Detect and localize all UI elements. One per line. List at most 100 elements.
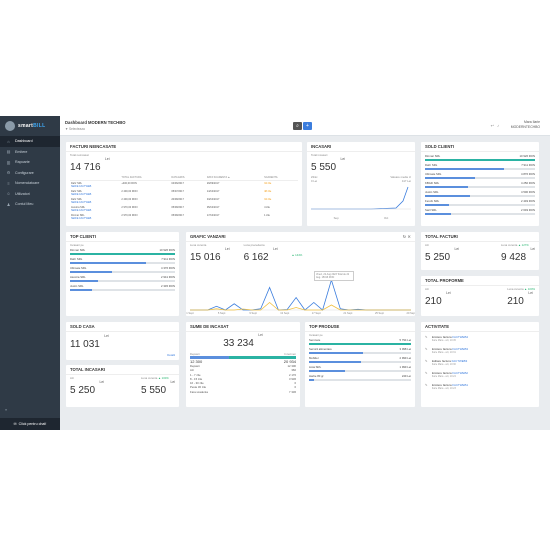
item-value: 4 500 RON <box>521 190 535 194</box>
invoice-link[interactable]: SERIE FACTWEB <box>71 217 119 220</box>
collapse-icon[interactable]: « <box>5 407 7 412</box>
sume-currency: Lei <box>258 333 263 337</box>
grafic-change: ▲ 144% <box>291 253 303 257</box>
list-item[interactable]: Lista SRL 1 999 Lei <box>305 365 415 372</box>
item-value: 2 999 Lei <box>399 356 411 360</box>
tf-v1: 5 250 <box>425 252 451 263</box>
avatar[interactable] <box>5 121 15 131</box>
list-item[interactable]: Ultimate SRL 4 376 RON <box>66 266 179 273</box>
ti-change: ▲ 100% <box>158 376 169 380</box>
list-item[interactable]: Justin SRL 4 500 RON <box>421 190 539 197</box>
activity-item[interactable]: ✎ Emitere factura FACTWEB1 Ilarie Mara - a… <box>421 383 539 395</box>
list-item[interactable]: Servicii alimentare 3 098 Lei <box>305 347 415 354</box>
sold-clienti-title: SOLD CLIENTI <box>421 142 539 152</box>
item-name: Ascotra SRL <box>70 275 86 279</box>
table-row[interactable]: Dahr SRL SERIE FACTWEB 2 400,00 RON 05/07/2… <box>70 189 298 197</box>
progress-fill <box>309 370 345 372</box>
activity-item[interactable]: ✎ Emitere factura FACTWEB2 Ilarie Mara - a… <box>421 371 539 383</box>
sidebar-item-utilizatori[interactable]: ☺ Utilizatori <box>0 189 60 200</box>
progress-fill <box>70 253 175 255</box>
list-item[interactable]: Justin SRL 2 345 RON <box>66 284 179 291</box>
bell-icon[interactable]: ♪ <box>497 123 502 128</box>
chat-label: Click pentru chat! <box>18 422 47 426</box>
list-item[interactable]: Dinmar SRL 10 926 RON <box>66 248 179 255</box>
progress-bar <box>425 204 535 206</box>
list-item[interactable]: Mobilier 2 999 Lei <box>305 356 415 363</box>
table-row[interactable]: Dahr SRL SERIE FACTWEB +400,00 RON 04/06/20… <box>70 181 298 190</box>
list-item-row: Justin SRL 4 500 RON <box>425 190 535 194</box>
topbar: Dashboard MODERN TECHBO ▼ Selecteaza ⌕ +… <box>60 116 550 136</box>
list-item-row: Ultimate SRL 4 376 RON <box>70 266 175 270</box>
activitate-title: ACTIVITATE <box>421 322 539 332</box>
list-item[interactable]: Dahr SRL 7 911 RON <box>421 163 539 170</box>
sume-l2: In termen <box>284 352 296 356</box>
chat-icon: ✉ <box>13 422 17 426</box>
close-icon[interactable]: ✕ <box>407 234 411 239</box>
top-produse-title: TOP PRODUSE <box>305 322 415 332</box>
invoice-link[interactable]: SERIE FACTWEB <box>71 193 119 196</box>
sold-casa-link[interactable]: Detalii <box>167 353 175 357</box>
activity-item[interactable]: ✎ Emitere factura FACTWEB4 Ilarie Mara - a… <box>421 335 539 347</box>
list-item-row: Ferobi SRL 2 449 RON <box>425 199 535 203</box>
list-item[interactable]: Ferobi SRL 2 449 RON <box>421 199 539 206</box>
table-cell: Dahr SRL SERIE FACTWEB <box>70 197 120 205</box>
search-button[interactable]: ⌕ <box>293 122 302 130</box>
list-item[interactable]: Dinmar SRL 10 926 RON <box>421 154 539 161</box>
grafic-tools[interactable]: ↻ ✕ <box>403 234 411 239</box>
incasari-value: 5 550 <box>311 162 337 173</box>
list-item-row: Ultimate SRL 4 876 RON <box>425 172 535 176</box>
pencil-icon: ✎ <box>425 371 428 375</box>
list-item[interactable]: KBGD SRL 4 250 RON <box>421 181 539 188</box>
company-select[interactable]: ▼ Selecteaza <box>65 127 85 131</box>
sidebar-item-label: Configurare <box>15 170 34 175</box>
table-row[interactable]: Dinmar SRL SERIE FACTWEB 2 970,00 RON 05/08… <box>70 213 298 221</box>
invoice-link[interactable]: SERIE FACTWEB <box>71 201 119 204</box>
list-item[interactable]: Dahr SRL 7 911 RON <box>66 257 179 264</box>
x-tick-label: 21 Sept <box>343 311 352 315</box>
progress-bar <box>309 370 411 372</box>
sidebar-item-configurare[interactable]: ⚙ Configurare <box>0 168 60 179</box>
activity-item[interactable]: ✎ Emitere factura FACTWEB3 Ilarie Mara - a… <box>421 347 539 359</box>
table-cell: 04/10/2017 <box>206 198 220 201</box>
search-icon: ⌕ <box>296 123 299 129</box>
sidebar-item-emitere[interactable]: ▤ Emitere <box>0 147 60 158</box>
table-row[interactable]: Dahr SRL SERIE FACTWEB 2 400,00 RON 20/08/2… <box>70 197 298 205</box>
activitate-card: ACTIVITATE ✎ Emitere factura FACTWEB4 Ilar… <box>421 322 539 407</box>
list-item[interactable]: Semnare 5 794 Lei <box>305 338 415 345</box>
table-row[interactable]: Ascotra SRL SERIE FACTWEB 2 970,00 RON 05/0… <box>70 205 298 213</box>
list-item-row: Ascotra SRL 2 941 RON <box>70 275 175 279</box>
refresh-icon[interactable]: ↻ <box>403 234 407 239</box>
user-info[interactable]: Mara Ilarie MODERNTECHBO <box>511 120 540 130</box>
grafic-v2: 6 162 <box>243 252 269 263</box>
table-cell: 14/10/2017 <box>206 190 220 193</box>
list-item[interactable]: Hartie 80 gr 249 Lei <box>305 374 415 381</box>
ti-v2: 5 550 <box>140 385 167 396</box>
invoice-link[interactable]: SERIE FACTWEB <box>71 209 119 212</box>
activity-text: Emitere factura FACTWEB4 Ilarie Mara - az… <box>432 335 468 347</box>
activity-date: Ilarie Mara - azi, 10:23 <box>432 387 456 390</box>
table-cell: 05/08/2017 <box>171 214 184 217</box>
sidebar-item-nomenclatoare[interactable]: ≡ Nomenclatoare <box>0 178 60 189</box>
sidebar-item-dashboard[interactable]: ⌂ Dashboard <box>0 136 60 147</box>
item-name: Justin SRL <box>425 190 439 194</box>
item-value: 4 376 RON <box>161 266 175 270</box>
sidebar-item-rapoarte[interactable]: ▥ Rapoarte <box>0 157 60 168</box>
table-cell: Ascotra SRL SERIE FACTWEB <box>70 205 120 213</box>
sidebar-item-contul-meu[interactable]: ♟ Contul Meu <box>0 199 60 210</box>
list-item[interactable]: Saril SRL 2 649 RON <box>421 208 539 215</box>
activity-item[interactable]: ✎ Editare factura FACTWEB3 Ilarie Mara - a… <box>421 359 539 371</box>
invoice-link[interactable]: SERIE FACTWEB <box>71 185 119 188</box>
chat-button[interactable]: ✉ Click pentru chat! <box>0 418 60 430</box>
sidebar-item-label: Dashboard <box>15 139 33 144</box>
list-item[interactable]: Ascotra SRL 2 941 RON <box>66 275 179 282</box>
sidebar-item-label: Rapoarte <box>15 160 30 165</box>
list-item[interactable]: Ultimate SRL 4 876 RON <box>421 172 539 179</box>
logo[interactable]: smart BILL <box>0 116 60 136</box>
x-tick-label: 25 Sept <box>375 311 384 315</box>
list-item: Fara scadenta 7 336 <box>190 390 296 394</box>
item-name: Dahr SRL <box>70 257 83 261</box>
add-button[interactable]: + <box>303 122 312 130</box>
incasari-title: INCASARI <box>307 142 415 152</box>
list-item-row: Mobilier 2 999 Lei <box>309 356 411 360</box>
activity-date: Ilarie Mara - azi, 10:30 <box>432 363 456 366</box>
